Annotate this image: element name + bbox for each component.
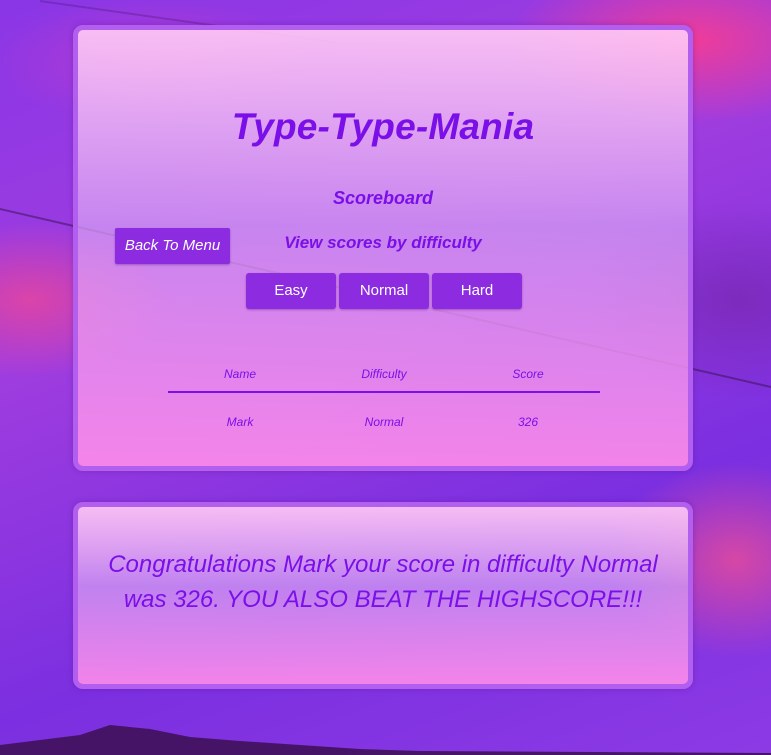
cell-score: 326: [517, 415, 539, 429]
difficulty-filter-buttons: Easy Normal Hard: [246, 273, 522, 309]
normal-button[interactable]: Normal: [339, 273, 429, 309]
table-row: Mark Normal 326: [168, 392, 600, 451]
app-title: Type-Type-Mania: [231, 106, 535, 147]
column-header-difficulty: Difficulty: [312, 357, 456, 393]
scoreboard-heading: Scoreboard: [332, 188, 434, 208]
background-mountains: [0, 725, 771, 755]
column-header-name: Name: [168, 357, 312, 393]
easy-button[interactable]: Easy: [246, 273, 336, 309]
cell-difficulty: Normal: [364, 415, 404, 429]
congratulations-message: Congratulations Mark your score in diffi…: [108, 551, 658, 613]
table-header-row: Name Difficulty Score: [168, 357, 600, 393]
scoreboard-panel: Type-Type-Mania Scoreboard Back To Menu …: [73, 25, 693, 471]
hard-button[interactable]: Hard: [432, 273, 522, 309]
score-table: Name Difficulty Score Mark Normal 326: [168, 357, 600, 451]
column-header-score: Score: [456, 357, 600, 393]
result-panel: Congratulations Mark your score in diffi…: [73, 502, 693, 689]
view-by-difficulty-label: View scores by difficulty: [284, 233, 482, 252]
cell-name: Mark: [226, 415, 254, 429]
